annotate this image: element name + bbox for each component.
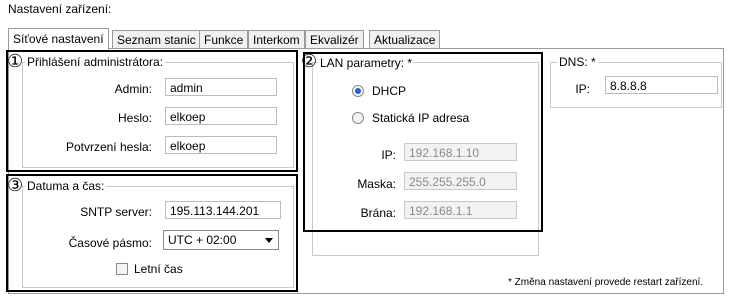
- restart-note: * Změna nastavení provede restart zaříze…: [508, 277, 704, 288]
- lan-legend: LAN parametry: *: [318, 56, 415, 70]
- sntp-server-input[interactable]: 195.113.144.201: [165, 201, 281, 219]
- section-marker-2: ②: [301, 51, 318, 71]
- dhcp-radio[interactable]: [352, 85, 364, 97]
- admin-label: Admin:: [114, 82, 152, 96]
- dns-ip-label: IP:: [575, 82, 590, 96]
- confirm-password-label: Potvrzení hesla:: [65, 140, 152, 154]
- tab-station-list[interactable]: Seznam stanic: [112, 30, 201, 49]
- password-label: Heslo:: [117, 111, 152, 125]
- tab-functions[interactable]: Funkce: [199, 30, 249, 49]
- sntp-label: SNTP server:: [80, 205, 152, 219]
- tab-intercom[interactable]: Interkom: [248, 30, 305, 49]
- dhcp-label: DHCP: [372, 84, 407, 98]
- admin-username-input[interactable]: admin: [165, 78, 277, 96]
- dns-legend: DNS: *: [557, 55, 598, 69]
- gateway-input[interactable]: 192.168.1.1: [404, 201, 517, 219]
- tab-equalizer[interactable]: Ekvalizér: [305, 30, 364, 49]
- gateway-label: Brána:: [360, 206, 396, 220]
- mask-input[interactable]: 255.255.255.0: [404, 172, 517, 190]
- timezone-select[interactable]: UTC + 02:00: [163, 230, 279, 250]
- password-input[interactable]: elkoep: [165, 107, 277, 125]
- confirm-password-input[interactable]: elkoep: [165, 136, 277, 154]
- dns-ip-input[interactable]: 8.8.8.8: [605, 76, 718, 94]
- timezone-label: Časové pásmo:: [68, 236, 152, 250]
- dst-checkbox[interactable]: [116, 263, 128, 275]
- datetime-legend: Datuma a čas:: [25, 179, 107, 193]
- static-ip-radio[interactable]: [352, 112, 364, 124]
- timezone-value: UTC + 02:00: [168, 233, 237, 247]
- admin-legend: Přihlášení administrátora:: [25, 55, 166, 69]
- dst-label: Letní čas: [134, 262, 183, 276]
- mask-label: Maska:: [357, 177, 396, 191]
- tab-network-settings[interactable]: Síťové nastavení: [8, 28, 109, 50]
- static-ip-label: Statická IP adresa: [372, 111, 470, 125]
- lan-ip-label: IP:: [381, 148, 396, 162]
- section-marker-3: ③: [7, 175, 24, 195]
- chevron-down-icon: [265, 238, 273, 243]
- page-title: Nastavení zařízení:: [8, 2, 112, 16]
- section-marker-1: ①: [7, 51, 24, 71]
- tab-update[interactable]: Aktualizace: [369, 30, 441, 49]
- lan-ip-input[interactable]: 192.168.1.10: [404, 143, 517, 161]
